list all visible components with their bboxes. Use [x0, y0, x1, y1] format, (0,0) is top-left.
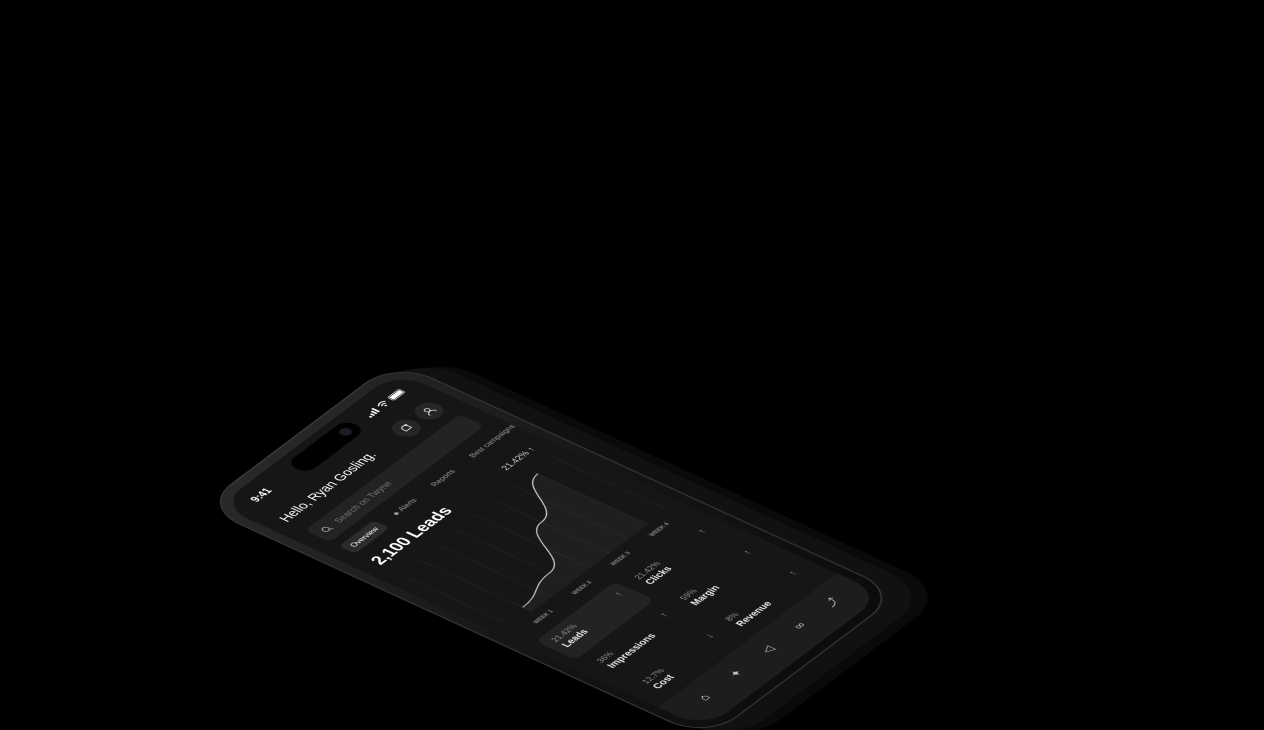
metric-card[interactable]: 8% Revenue ↑ [709, 561, 829, 639]
metric-value: 59% [677, 587, 700, 602]
tab-alerts-label: Alerts [395, 496, 420, 513]
stage: 9:41 Hello, Ryan Gosling. Search on Twyn… [0, 0, 1264, 730]
user-icon [423, 408, 438, 416]
x-tick-label: WEEK 2 [571, 580, 594, 596]
arrow-up-icon: ↑ [785, 569, 800, 578]
grid-line [414, 557, 533, 612]
bell-icon [401, 424, 413, 432]
signal-icon [364, 407, 381, 418]
battery-icon [386, 388, 406, 401]
metric-name: Cost [649, 673, 678, 691]
bottom-nav: ⌂ ✦ ◁ ∞ ⤴ [658, 573, 884, 729]
notifications-button[interactable] [386, 416, 427, 440]
dot-icon [392, 511, 400, 516]
metric-card[interactable]: 21.42% Leads ↑ [535, 581, 655, 660]
metric-card[interactable]: 36% Impressions ↑ [581, 602, 701, 680]
x-tick-label: WEEK 3 [610, 551, 633, 567]
trend-icon[interactable]: ⤴ [809, 589, 854, 615]
arrow-up-icon: ↑ [523, 445, 537, 453]
arrow-up-icon: ↑ [656, 611, 672, 619]
metric-name: Margin [687, 583, 723, 608]
arrow-down-icon: ↓ [702, 631, 717, 640]
profile-button[interactable] [408, 399, 450, 423]
wifi-icon [377, 400, 388, 407]
status-icons [364, 388, 406, 418]
home-icon[interactable]: ⌂ [682, 684, 727, 710]
metric-value: 36% [593, 650, 617, 665]
search-icon [321, 526, 334, 532]
phone-mockup: 9:41 Hello, Ryan Gosling. Search on Twyn… [202, 361, 900, 730]
metric-name: Revenue [733, 599, 775, 628]
status-time: 9:41 [248, 486, 275, 504]
metric-card[interactable]: 12.7% Cost ↓ [626, 623, 746, 701]
glasses-icon[interactable]: ∞ [777, 613, 822, 639]
x-tick-label: WEEK 4 [648, 522, 671, 538]
x-tick-label: WEEK 1 [532, 609, 555, 625]
metric-name: Impressions [604, 631, 659, 670]
grid-line [433, 543, 552, 598]
metric-value: 12.7% [639, 666, 667, 685]
arrow-up-icon: ↑ [740, 548, 755, 557]
megaphone-icon[interactable]: ◁ [745, 636, 790, 662]
